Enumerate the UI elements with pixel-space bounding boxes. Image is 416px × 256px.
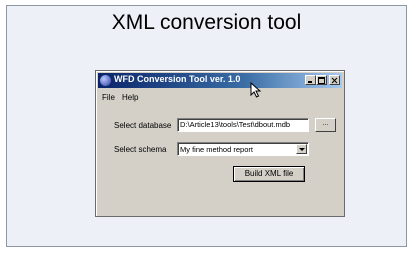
slide-background: XML conversion tool WFD Conversion Tool … bbox=[6, 5, 407, 247]
database-label: Select database bbox=[114, 121, 172, 130]
build-xml-button[interactable]: Build XML file bbox=[233, 166, 305, 182]
menu-bar: File Help bbox=[98, 89, 342, 103]
schema-selected-value: My fine method report bbox=[180, 145, 253, 154]
chevron-down-icon[interactable] bbox=[296, 144, 307, 154]
database-path-input[interactable]: D:\Article13\tools\Test\dbout.mdb bbox=[177, 118, 309, 132]
slide-title: XML conversion tool bbox=[111, 11, 302, 34]
close-icon[interactable] bbox=[329, 75, 340, 85]
title-bar[interactable]: WFD Conversion Tool ver. 1.0 bbox=[98, 73, 342, 88]
maximize-icon[interactable] bbox=[316, 75, 327, 85]
window-title: WFD Conversion Tool ver. 1.0 bbox=[114, 74, 241, 84]
browse-button[interactable]: ... bbox=[315, 118, 336, 132]
schema-label: Select schema bbox=[114, 145, 167, 154]
minimize-icon[interactable] bbox=[305, 75, 316, 85]
app-window: WFD Conversion Tool ver. 1.0 File Help S… bbox=[95, 70, 345, 217]
menu-help[interactable]: Help bbox=[122, 93, 138, 102]
menu-file[interactable]: File bbox=[102, 93, 115, 102]
mouse-pointer-icon bbox=[250, 82, 262, 98]
schema-select[interactable]: My fine method report bbox=[177, 142, 309, 156]
app-globe-icon[interactable] bbox=[100, 75, 111, 86]
